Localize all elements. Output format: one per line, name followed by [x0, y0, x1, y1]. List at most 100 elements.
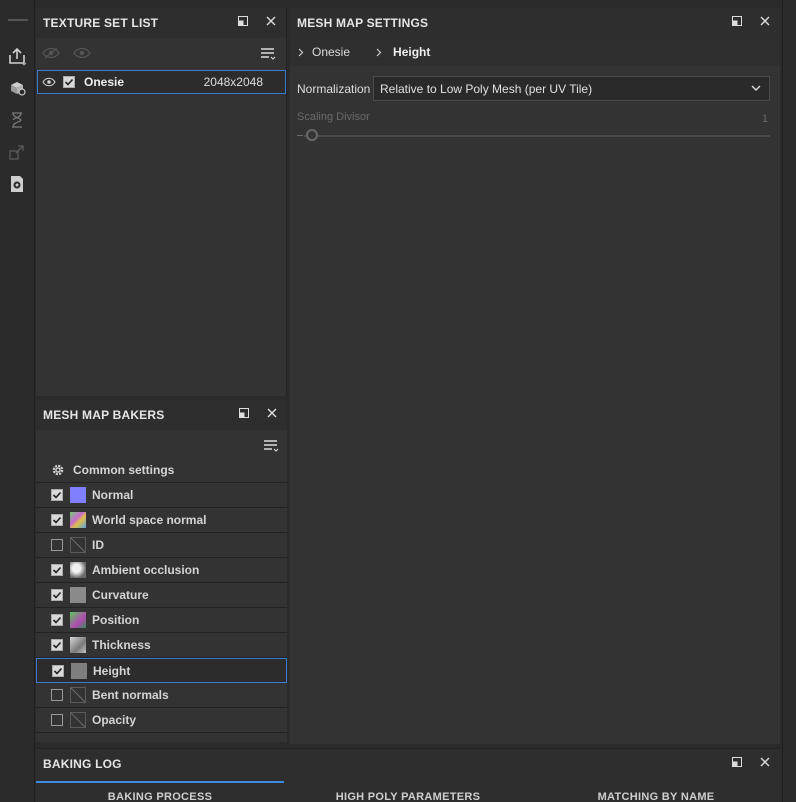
undock-icon[interactable]: [732, 16, 742, 26]
menu-icon[interactable]: [263, 439, 279, 453]
panel-title: MESH MAP BAKERS: [43, 408, 165, 422]
scaling-divisor-value: 1: [761, 113, 768, 125]
app-window: TEXTURE SET LIST Onesie 2048x2048 MESH M…: [0, 0, 796, 802]
texture-set-toolbar: [36, 38, 286, 68]
baker-checkbox[interactable]: [51, 689, 63, 701]
baker-label: Height: [93, 663, 131, 678]
baking-log-tabs: BAKING PROCESS HIGH POLY PARAMETERS MATC…: [36, 781, 780, 802]
baker-label: World space normal: [92, 513, 207, 527]
baker-checkbox[interactable]: [51, 539, 63, 551]
visibility-eye-icon[interactable]: [42, 77, 56, 87]
texture-set-name: Onesie: [84, 75, 125, 89]
export-icon[interactable]: [5, 44, 29, 68]
close-icon[interactable]: [266, 16, 276, 26]
baker-item-position[interactable]: Position: [36, 608, 287, 633]
breadcrumb: Onesie Height: [290, 38, 780, 66]
baker-label: ID: [92, 538, 104, 552]
baker-thumbnail: [70, 612, 86, 628]
baker-label: Position: [92, 613, 140, 627]
baker-label: Opacity: [92, 713, 137, 727]
baker-label: Ambient occlusion: [92, 563, 200, 577]
baker-checkbox[interactable]: [51, 714, 63, 726]
baker-label: Curvature: [92, 588, 149, 602]
baker-item-curvature[interactable]: Curvature: [36, 583, 287, 608]
texture-set-item-onesie[interactable]: Onesie 2048x2048: [37, 70, 286, 94]
baker-thumbnail: [71, 662, 87, 679]
texture-set-resolution: 2048x2048: [203, 75, 263, 89]
normalization-row: Normalization Relative to Low Poly Mesh …: [297, 76, 770, 102]
baker-thumbnail: [70, 587, 86, 603]
bake-icon[interactable]: [5, 76, 29, 100]
baker-checkbox[interactable]: [51, 639, 63, 651]
baker-checkbox[interactable]: [51, 489, 63, 501]
mesh-map-bakers-header: MESH MAP BAKERS: [36, 400, 287, 430]
baker-item-opacity[interactable]: Opacity: [36, 708, 287, 733]
baker-checkbox[interactable]: [51, 514, 63, 526]
baker-checkbox[interactable]: [51, 589, 63, 601]
normalization-value: Relative to Low Poly Mesh (per UV Tile): [380, 81, 593, 96]
baker-label: Normal: [92, 488, 134, 502]
close-icon[interactable]: [760, 757, 770, 767]
mesh-map-settings-header: MESH MAP SETTINGS: [290, 8, 780, 38]
baker-thumbnail: [70, 487, 86, 503]
baker-thumbnail: [70, 562, 86, 578]
gear-icon: [52, 464, 64, 476]
baker-label: Bent normals: [92, 688, 169, 702]
panel-title: MESH MAP SETTINGS: [297, 16, 429, 30]
undock-icon[interactable]: [238, 16, 248, 26]
common-settings-item[interactable]: Common settings: [36, 458, 287, 483]
texture-set-checkbox[interactable]: [63, 76, 75, 88]
baker-checkbox[interactable]: [52, 664, 64, 677]
mesh-map-bakers-panel: MESH MAP BAKERS Common settings Normal Wo…: [36, 400, 287, 742]
baker-item-ambient-occlusion[interactable]: Ambient occlusion: [36, 558, 287, 583]
right-scroll-edge: [782, 0, 796, 802]
mesh-map-settings-panel: MESH MAP SETTINGS Onesie Height Normaliz…: [290, 8, 780, 744]
hourglass-icon[interactable]: [5, 108, 29, 132]
baker-item-height[interactable]: Height: [36, 658, 287, 683]
slider-tick: [297, 135, 303, 136]
baker-item-thickness[interactable]: Thickness: [36, 633, 287, 658]
slider-handle[interactable]: [306, 129, 318, 141]
baker-item-bent-normals[interactable]: Bent normals: [36, 683, 287, 708]
baker-item-id[interactable]: ID: [36, 533, 287, 558]
breadcrumb-height[interactable]: Height: [393, 45, 430, 59]
normalization-label: Normalization: [297, 82, 371, 96]
baker-checkbox[interactable]: [51, 614, 63, 626]
show-all-icon[interactable]: [73, 47, 91, 59]
document-icon[interactable]: [5, 172, 29, 196]
baker-thumbnail: [70, 712, 86, 728]
tab-baking-process[interactable]: BAKING PROCESS: [36, 781, 284, 802]
tab-matching-by-name[interactable]: MATCHING BY NAME: [532, 781, 780, 802]
tab-high-poly-parameters[interactable]: HIGH POLY PARAMETERS: [284, 781, 532, 802]
baker-item-world-space-normal[interactable]: World space normal: [36, 508, 287, 533]
menu-icon[interactable]: [260, 47, 276, 61]
baker-thumbnail: [70, 637, 86, 653]
panel-title: BAKING LOG: [43, 757, 122, 771]
baker-checkbox[interactable]: [51, 564, 63, 576]
baker-thumbnail: [70, 512, 86, 528]
baking-log-header: BAKING LOG: [36, 749, 780, 779]
undock-icon[interactable]: [732, 757, 742, 767]
breadcrumb-onesie[interactable]: Onesie: [312, 45, 350, 59]
texture-set-list-header: TEXTURE SET LIST: [36, 8, 286, 38]
close-icon[interactable]: [760, 16, 770, 26]
baker-thumbnail: [70, 537, 86, 553]
hide-all-icon[interactable]: [42, 47, 60, 59]
common-settings-label: Common settings: [73, 463, 175, 477]
baker-label: Thickness: [92, 638, 151, 652]
close-icon[interactable]: [267, 408, 277, 418]
scaling-divisor-slider[interactable]: [304, 135, 770, 137]
chevron-right-icon: [298, 48, 304, 56]
texture-set-list-panel: TEXTURE SET LIST Onesie 2048x2048: [36, 8, 287, 396]
resize-icon[interactable]: [5, 140, 29, 164]
panel-title: TEXTURE SET LIST: [43, 16, 159, 30]
baker-item-normal[interactable]: Normal: [36, 483, 287, 508]
toolbar-grip: [8, 19, 28, 21]
normalization-dropdown[interactable]: Relative to Low Poly Mesh (per UV Tile): [373, 76, 770, 101]
scaling-divisor-label: Scaling Divisor: [297, 111, 370, 123]
baking-log-panel: BAKING LOG BAKING PROCESS HIGH POLY PARA…: [36, 748, 780, 802]
chevron-right-icon: [376, 48, 382, 56]
left-toolbar: [0, 0, 35, 802]
undock-icon[interactable]: [239, 408, 249, 418]
chevron-down-icon: [751, 85, 761, 91]
